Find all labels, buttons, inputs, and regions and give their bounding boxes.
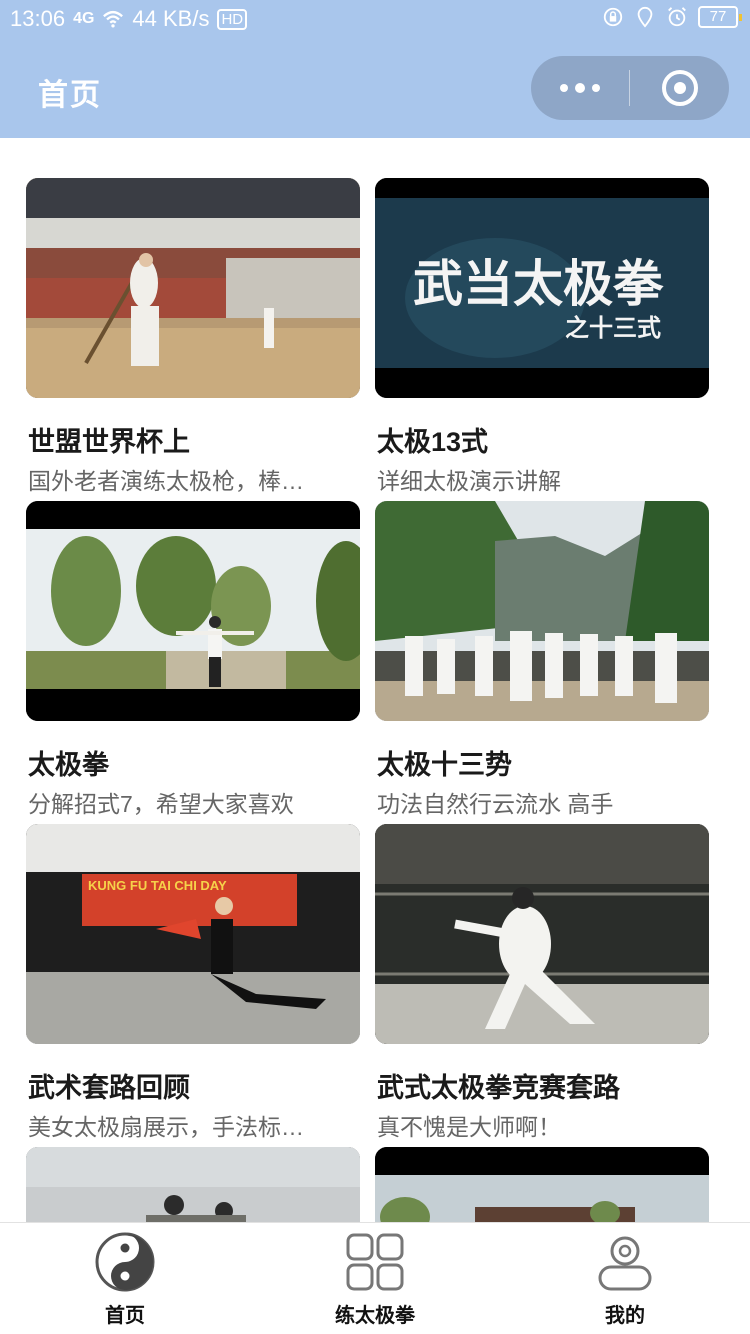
video-grid: 世盟世界杯上 国外老者演练太极枪，棒… 武当太极拳 之十三式 太极13式 详细太… <box>0 138 750 1222</box>
wifi-icon <box>103 10 124 28</box>
more-dot-icon <box>592 84 600 92</box>
video-title: 太极拳 <box>28 750 109 780</box>
video-thumbnail <box>375 824 709 1044</box>
video-title: 武术套路回顾 <box>28 1073 190 1103</box>
tab-bar: 首页 练太极拳 我的 <box>0 1222 750 1334</box>
tab-mine[interactable]: 我的 <box>500 1223 750 1334</box>
video-description: 详细太极演示讲解 <box>377 468 561 494</box>
grid-icon <box>346 1233 404 1291</box>
video-title: 世盟世界杯上 <box>28 427 190 457</box>
battery-icon: 77 <box>698 6 742 28</box>
video-title: 太极十三势 <box>377 750 512 780</box>
video-description: 真不愧是大师啊！ <box>377 1114 561 1140</box>
pavilion-image <box>375 1147 709 1222</box>
signal-icon: 4G <box>73 10 95 27</box>
video-description: 美女太极扇展示，手法标… <box>28 1114 304 1140</box>
fan-performance-image <box>26 824 360 1044</box>
courtyard-taichi-image <box>375 824 709 1044</box>
thumbnail-banner-text: KUNG FU TAI CHI DAY <box>88 878 227 893</box>
yin-yang-icon <box>95 1232 155 1292</box>
close-button[interactable] <box>630 56 729 120</box>
video-card[interactable] <box>26 1147 360 1222</box>
video-card[interactable]: 太极拳 分解招式7，希望大家喜欢 <box>26 501 360 817</box>
video-description: 分解招式7，希望大家喜欢 <box>28 791 294 817</box>
video-thumbnail <box>375 1147 709 1222</box>
status-time: 13:06 <box>10 6 66 31</box>
lock-rotation-icon <box>603 7 623 27</box>
tab-label: 首页 <box>105 1303 145 1327</box>
mountain-group-image <box>375 501 709 721</box>
video-description: 功法自然行云流水 高手 <box>377 791 614 817</box>
outdoor-duo-image <box>26 1147 360 1222</box>
video-thumbnail <box>26 501 360 721</box>
more-dot-icon <box>575 83 585 93</box>
more-button[interactable] <box>531 56 629 120</box>
video-thumbnail <box>26 178 360 398</box>
video-card[interactable]: 太极十三势 功法自然行云流水 高手 <box>375 501 709 817</box>
mini-program-capsule <box>531 56 729 120</box>
video-thumbnail: KUNG FU TAI CHI DAY <box>26 824 360 1044</box>
video-description: 国外老者演练太极枪，棒… <box>28 468 304 494</box>
video-title: 太极13式 <box>377 427 489 457</box>
park-taichi-image <box>26 501 360 721</box>
video-card[interactable]: 武式太极拳竞赛套路 真不愧是大师啊！ <box>375 824 709 1140</box>
target-close-icon <box>661 70 698 106</box>
header: 13:06 4G 44 KB/s HD 77 首页 <box>0 0 750 138</box>
status-bar: 13:06 4G 44 KB/s HD 77 <box>0 0 750 40</box>
tab-label: 我的 <box>605 1303 645 1327</box>
hd-icon: HD <box>217 8 248 30</box>
gym-performance-image <box>26 178 360 398</box>
page-title: 首页 <box>38 78 102 113</box>
video-title: 武式太极拳竞赛套路 <box>377 1073 620 1103</box>
video-card[interactable]: 武当太极拳 之十三式 太极13式 详细太极演示讲解 <box>375 178 709 494</box>
video-card[interactable] <box>375 1147 709 1222</box>
tab-home[interactable]: 首页 <box>0 1223 250 1334</box>
network-speed: 44 KB/s <box>132 6 210 31</box>
tab-label: 练太极拳 <box>335 1303 415 1327</box>
alarm-icon <box>668 7 686 27</box>
more-dot-icon <box>560 84 568 92</box>
location-icon <box>637 6 653 28</box>
video-thumbnail: 武当太极拳 之十三式 <box>375 178 709 398</box>
video-card[interactable]: KUNG FU TAI CHI DAY 武术套路回顾 美女太极扇展示，手法标… <box>26 824 360 1140</box>
video-thumbnail <box>375 501 709 721</box>
thumbnail-subcaption: 之十三式 <box>565 313 661 342</box>
thumbnail-caption: 武当太极拳 <box>413 254 663 313</box>
video-card[interactable]: 世盟世界杯上 国外老者演练太极枪，棒… <box>26 178 360 494</box>
user-icon <box>598 1236 652 1291</box>
video-thumbnail <box>26 1147 360 1222</box>
tab-practice[interactable]: 练太极拳 <box>250 1223 500 1334</box>
